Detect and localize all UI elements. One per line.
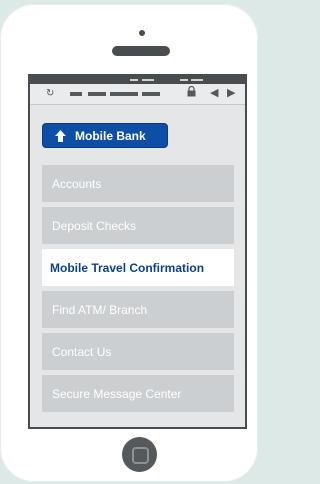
phone-home-button[interactable] [122, 437, 157, 472]
menu-item-label: Find ATM/ Branch [52, 302, 148, 317]
status-bar [30, 76, 245, 84]
camera-icon [139, 30, 145, 36]
status-indicator [130, 79, 138, 81]
menu-item-accounts[interactable]: Accounts [42, 165, 234, 202]
menu-item-secure-message-center[interactable]: Secure Message Center [42, 375, 234, 412]
menu-item-contact-us[interactable]: Contact Us [42, 333, 234, 370]
browser-address-bar[interactable]: ↻ ◀ ▶ [30, 84, 245, 105]
lock-icon [187, 85, 196, 101]
home-button-icon [132, 447, 149, 464]
url-text-placeholder [70, 92, 82, 96]
speaker-grille [112, 46, 170, 56]
menu-item-find-atm-branch[interactable]: Find ATM/ Branch [42, 291, 234, 328]
menu-item-label: Mobile Travel Confirmation [50, 260, 205, 275]
menu-item-label: Accounts [52, 176, 102, 191]
phone-frame: ↻ ◀ ▶ Mobile Bank Accounts Deposit Check… [0, 4, 258, 482]
menu-item-deposit-checks[interactable]: Deposit Checks [42, 207, 234, 244]
menu-item-mobile-travel-confirmation[interactable]: Mobile Travel Confirmation [42, 249, 234, 286]
reload-icon[interactable]: ↻ [46, 87, 54, 101]
url-text-placeholder [110, 92, 138, 96]
url-text-placeholder [142, 92, 160, 96]
menu-item-label: Deposit Checks [52, 218, 137, 233]
status-indicator [142, 79, 154, 81]
menu-item-label: Contact Us [52, 344, 112, 359]
mobile-bank-label: Mobile Bank [75, 128, 146, 143]
forward-arrow-icon[interactable]: ▶ [227, 86, 235, 100]
status-indicator [191, 79, 203, 81]
menu-item-label: Secure Message Center [52, 386, 182, 401]
home-icon [55, 129, 66, 142]
phone-screen: ↻ ◀ ▶ Mobile Bank Accounts Deposit Check… [28, 74, 247, 429]
mobile-bank-button[interactable]: Mobile Bank [42, 123, 168, 148]
url-text-placeholder [88, 92, 106, 96]
back-arrow-icon[interactable]: ◀ [210, 86, 218, 100]
status-indicator [180, 79, 188, 81]
